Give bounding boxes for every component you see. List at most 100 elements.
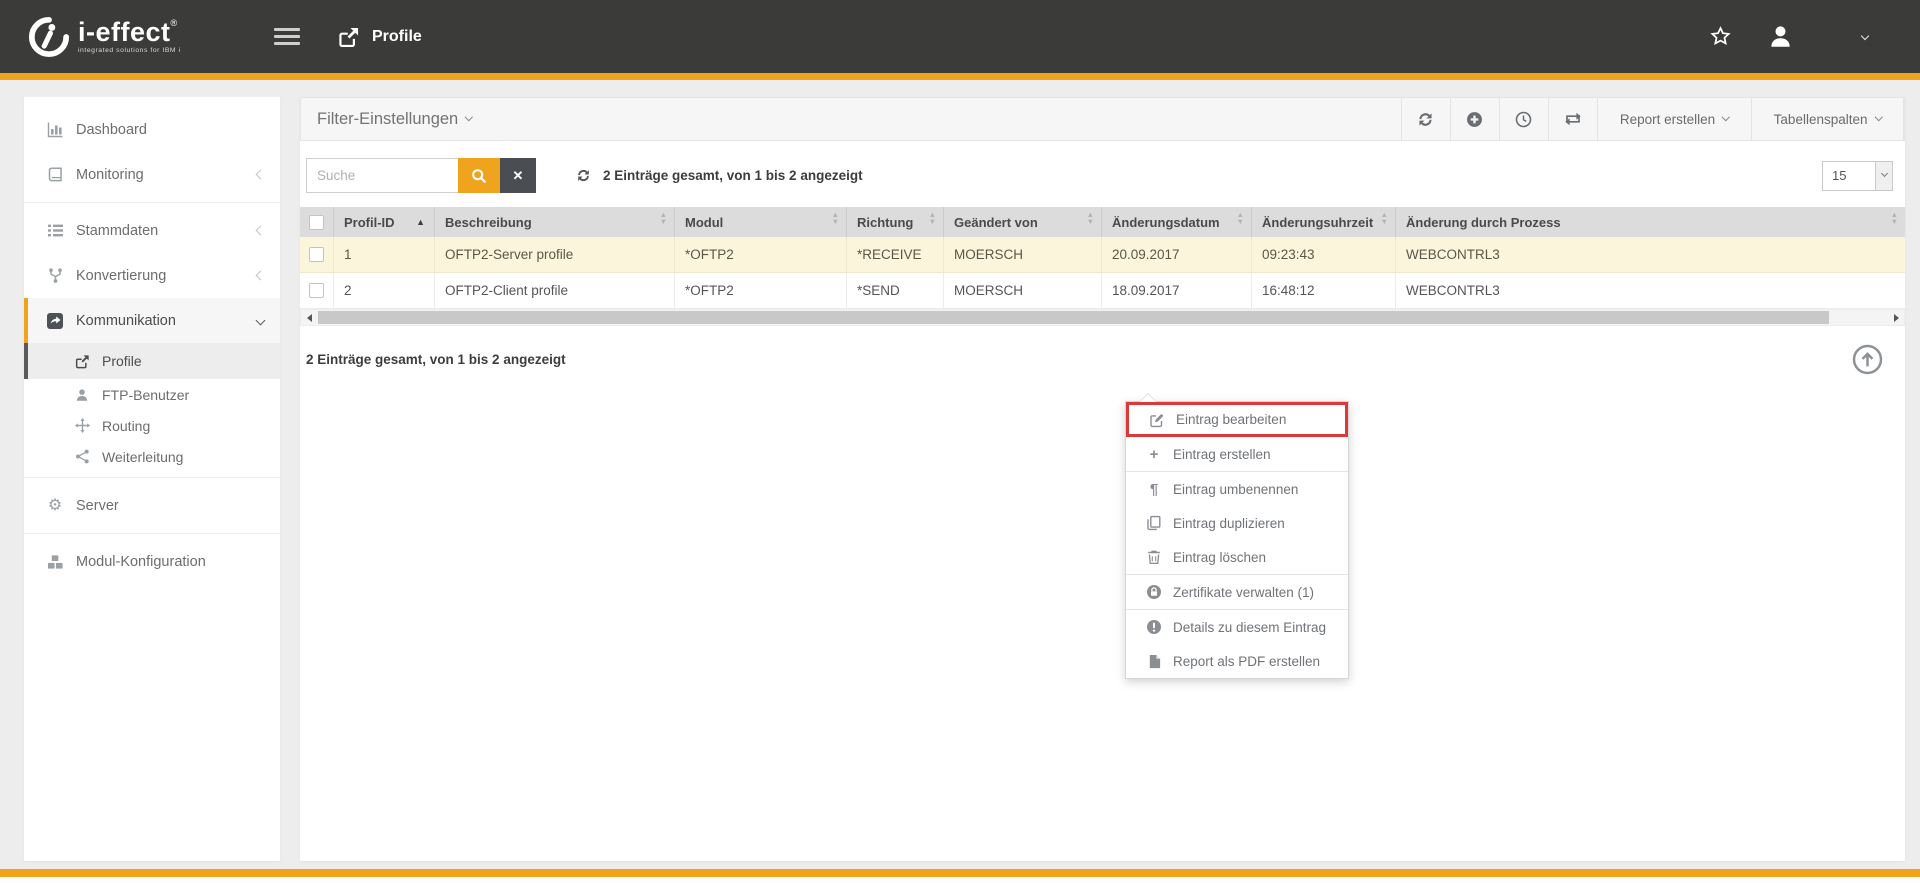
cell-beschreibung: OFTP2-Server profile: [435, 237, 675, 272]
arrow-left-icon: [307, 314, 312, 322]
app-header: i-effect® integrated solutions for IBM i…: [0, 0, 1920, 73]
sidebar-divider: [24, 477, 280, 478]
horizontal-scrollbar[interactable]: [300, 309, 1905, 326]
auto-refresh-button[interactable]: [1548, 98, 1597, 140]
sidebar-item-routing[interactable]: Routing: [24, 410, 280, 441]
monitoring-icon: [44, 166, 66, 183]
sidebar-item-monitoring[interactable]: Monitoring: [24, 152, 280, 197]
chevron-left-icon: [256, 271, 266, 281]
table-header-row: Profil-ID▲ Beschreibung▲▼ Modul▲▼ Richtu…: [300, 207, 1905, 237]
history-button[interactable]: [1499, 98, 1548, 140]
table-row[interactable]: 1 OFTP2-Server profile *OFTP2 *RECEIVE M…: [300, 237, 1905, 273]
chevron-left-icon: [256, 226, 266, 236]
retweet-icon: [1563, 111, 1583, 127]
menu-item-report-als-pdf-erstellen[interactable]: Report als PDF erstellen: [1126, 644, 1348, 678]
list-icon: [44, 222, 66, 239]
page-size-select[interactable]: 15: [1822, 161, 1893, 191]
sidebar-item-weiterleitung[interactable]: Weiterleitung: [24, 441, 280, 472]
add-entry-button[interactable]: [1450, 98, 1499, 140]
logo-swoosh-icon: [28, 16, 70, 58]
column-header-aenderung-durch-prozess[interactable]: Änderung durch Prozess▲▼: [1396, 207, 1905, 237]
refresh-icon[interactable]: [576, 168, 591, 183]
sidebar-item-modul-konfiguration[interactable]: Modul-Konfiguration: [24, 539, 280, 584]
cell-profil-id: 2: [334, 273, 435, 308]
tabellenspalten-button[interactable]: Tabellenspalten: [1751, 98, 1904, 140]
sidebar-item-server[interactable]: ⚙ Server: [24, 483, 280, 528]
clear-search-button[interactable]: ✕: [500, 158, 536, 193]
menu-item-zertifikate-verwalten[interactable]: Zertifikate verwalten (1): [1126, 575, 1348, 609]
cell-prozess: WEBCONTRL3: [1396, 273, 1905, 308]
select-all-checkbox-cell: [300, 207, 334, 237]
context-menu: Eintrag bearbeiten + Eintrag erstellen ¶…: [1125, 401, 1349, 679]
column-header-modul[interactable]: Modul▲▼: [675, 207, 847, 237]
menu-toggle-button[interactable]: [274, 24, 300, 49]
scroll-to-top-button[interactable]: [1852, 344, 1883, 375]
favorite-star-button[interactable]: [1690, 26, 1750, 47]
cell-geaendert-von: MOERSCH: [944, 237, 1102, 272]
close-icon: ✕: [513, 168, 524, 183]
row-checkbox[interactable]: [309, 283, 324, 298]
sidebar-divider: [24, 533, 280, 534]
column-header-profil-id[interactable]: Profil-ID▲: [334, 207, 435, 237]
external-link-icon: [338, 26, 360, 48]
column-header-beschreibung[interactable]: Beschreibung▲▼: [435, 207, 675, 237]
chevron-down-icon: [1875, 162, 1892, 190]
sidebar-item-kommunikation[interactable]: Kommunikation: [24, 298, 280, 343]
cell-profil-id: 1: [334, 237, 435, 272]
sidebar-item-dashboard[interactable]: Dashboard: [24, 107, 280, 152]
menu-item-eintrag-erstellen[interactable]: + Eintrag erstellen: [1126, 437, 1348, 471]
menu-item-eintrag-umbenennen[interactable]: ¶ Eintrag umbenennen: [1126, 472, 1348, 506]
chevron-down-icon: [256, 316, 266, 326]
cell-aenderungsuhrzeit: 09:23:43: [1252, 237, 1396, 272]
info-circle-icon: [1144, 619, 1164, 635]
share-icon: [72, 449, 92, 464]
menu-item-eintrag-loeschen[interactable]: Eintrag löschen: [1126, 540, 1348, 574]
sidebar-item-stammdaten[interactable]: Stammdaten: [24, 208, 280, 253]
column-header-richtung[interactable]: Richtung▲▼: [847, 207, 944, 237]
chevron-down-icon: [1722, 113, 1730, 121]
column-header-aenderungsdatum[interactable]: Änderungsdatum▲▼: [1102, 207, 1252, 237]
user-icon: [1768, 24, 1793, 49]
search-icon: [471, 168, 487, 184]
user-account-button[interactable]: [1750, 24, 1810, 49]
lock-circle-icon: [1144, 584, 1164, 600]
footer-result-info: 2 Einträge gesamt, von 1 bis 2 angezeigt: [306, 352, 1905, 367]
menu-item-eintrag-duplizieren[interactable]: Eintrag duplizieren: [1126, 506, 1348, 540]
sort-icon: ▲▼: [832, 215, 846, 229]
trash-icon: [1144, 549, 1164, 565]
copy-icon: [1144, 515, 1164, 531]
sidebar-item-profile[interactable]: Profile: [24, 343, 280, 379]
result-info: 2 Einträge gesamt, von 1 bis 2 angezeigt: [576, 168, 863, 183]
sort-asc-icon: ▲: [416, 217, 434, 227]
filter-settings-dropdown[interactable]: Filter-Einstellungen: [301, 98, 472, 140]
cell-modul: *OFTP2: [675, 273, 847, 308]
cell-aenderungsuhrzeit: 16:48:12: [1252, 273, 1396, 308]
chevron-down-icon: [465, 113, 473, 121]
column-header-geaendert-von[interactable]: Geändert von▲▼: [944, 207, 1102, 237]
clock-icon: [1515, 111, 1532, 128]
sidebar-item-konvertierung[interactable]: Konvertierung: [24, 253, 280, 298]
menu-item-details-zu-diesem-eintrag[interactable]: Details zu diesem Eintrag: [1126, 610, 1348, 644]
user-icon: [72, 388, 92, 402]
app-logo[interactable]: i-effect® integrated solutions for IBM i: [28, 16, 228, 58]
sidebar-item-ftp-benutzer[interactable]: FTP-Benutzer: [24, 379, 280, 410]
scroll-left-button[interactable]: [301, 310, 317, 325]
refresh-button[interactable]: [1401, 98, 1450, 140]
star-icon: [1710, 26, 1731, 47]
header-dropdown-button[interactable]: [1810, 28, 1920, 46]
table-row[interactable]: 2 OFTP2-Client profile *OFTP2 *SEND MOER…: [300, 273, 1905, 309]
select-all-checkbox[interactable]: [309, 215, 324, 230]
row-checkbox[interactable]: [309, 247, 324, 262]
scrollbar-thumb[interactable]: [318, 311, 1829, 324]
search-input[interactable]: [306, 158, 458, 193]
sort-icon: ▲▼: [1891, 215, 1905, 229]
sort-icon: ▲▼: [929, 215, 943, 229]
column-header-aenderungsuhrzeit[interactable]: Änderungsuhrzeit▲▼: [1252, 207, 1396, 237]
menu-item-eintrag-bearbeiten[interactable]: Eintrag bearbeiten: [1126, 402, 1348, 437]
scroll-right-button[interactable]: [1888, 310, 1904, 325]
fork-icon: [44, 267, 66, 284]
gears-icon: ⚙: [44, 498, 66, 514]
dashboard-icon: [44, 121, 66, 138]
report-erstellen-button[interactable]: Report erstellen: [1597, 98, 1751, 140]
search-button[interactable]: [458, 158, 500, 193]
